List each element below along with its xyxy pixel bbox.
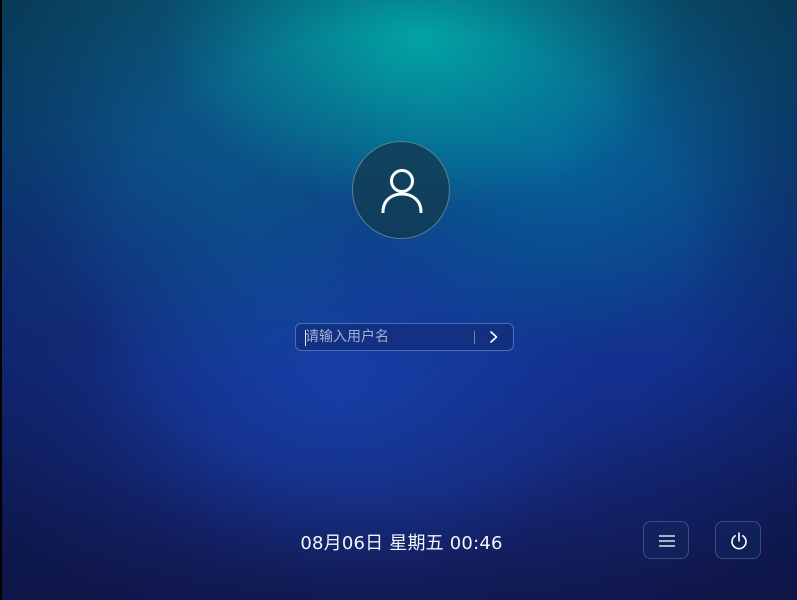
chevron-right-icon [490,331,498,343]
menu-button[interactable] [643,521,689,559]
power-button[interactable] [715,521,761,559]
input-separator [474,331,475,344]
wallpaper-background [0,0,797,600]
menu-icon [659,535,675,547]
power-icon [731,532,747,550]
user-avatar[interactable] [352,141,450,239]
username-input[interactable] [305,327,465,347]
login-submit-button[interactable] [483,327,505,347]
username-box [295,323,514,351]
user-icon [381,169,423,213]
screen-edge [0,0,2,600]
